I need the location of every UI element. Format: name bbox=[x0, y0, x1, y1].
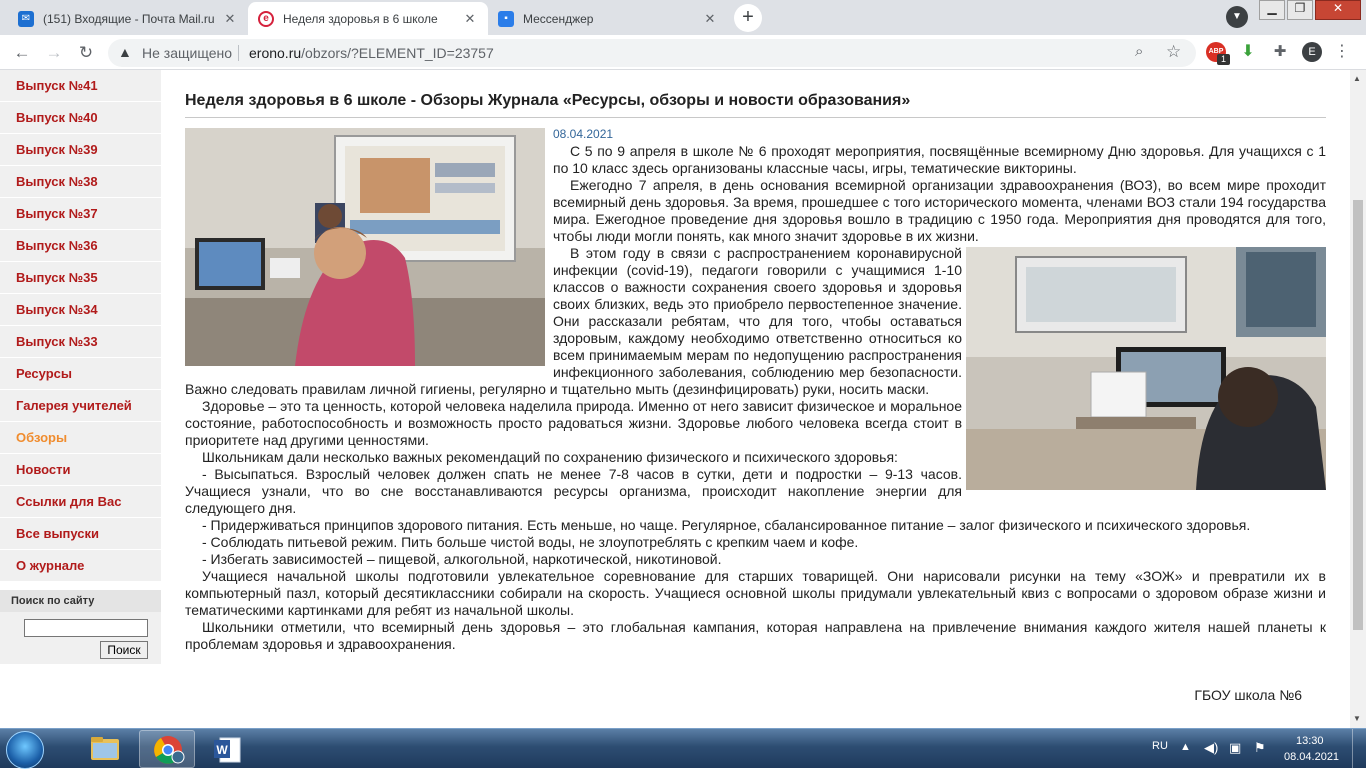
minimize-button[interactable]: ▁ bbox=[1259, 0, 1285, 20]
language-indicator[interactable]: RU bbox=[1152, 740, 1168, 752]
warning-icon[interactable]: ▲ bbox=[118, 44, 132, 60]
scrollbar-thumb[interactable] bbox=[1353, 200, 1363, 630]
folder-icon bbox=[91, 737, 119, 760]
tab-messenger[interactable]: ▪ Мессенджер ✕ bbox=[488, 2, 728, 35]
forward-button[interactable]: → bbox=[42, 41, 66, 65]
tab-title: Неделя здоровья в 6 школе bbox=[283, 11, 438, 26]
zoom-icon[interactable]: ⌕ bbox=[1135, 43, 1143, 60]
sidebar-item-issue-41[interactable]: Выпуск №41 bbox=[0, 70, 161, 102]
search-button[interactable]: Поиск bbox=[100, 641, 148, 659]
sidebar-item-all-issues[interactable]: Все выпуски bbox=[0, 518, 161, 550]
sidebar-item-issue-37[interactable]: Выпуск №37 bbox=[0, 198, 161, 230]
sidebar-menu: Выпуск №41 Выпуск №40 Выпуск №39 Выпуск … bbox=[0, 70, 161, 582]
article-paragraph: Учащиеся начальной школы подготовили увл… bbox=[185, 568, 1326, 618]
network-icon[interactable]: ▣ bbox=[1229, 740, 1241, 756]
article-body: 08.04.2021 С 5 по 9 апреля в школе № 6 п… bbox=[185, 126, 1326, 653]
close-window-button[interactable]: ✕ bbox=[1315, 0, 1361, 20]
article-photo-classroom-computers bbox=[966, 247, 1326, 490]
taskbar-chrome[interactable] bbox=[139, 730, 195, 768]
sidebar-item-issue-38[interactable]: Выпуск №38 bbox=[0, 166, 161, 198]
search-input[interactable] bbox=[24, 619, 148, 637]
close-tab-icon[interactable]: ✕ bbox=[222, 11, 238, 27]
taskbar-explorer[interactable] bbox=[77, 730, 133, 768]
url-path: /obzors/?ELEMENT_ID=23757 bbox=[301, 45, 494, 61]
clock-date[interactable]: 08.04.2021 bbox=[1284, 751, 1339, 763]
windows-taskbar: W RU ▲ ◀) ▣ ⚑ 13:30 08.04.2021 bbox=[0, 728, 1366, 769]
tab-search-icon[interactable]: ▼ bbox=[1226, 6, 1248, 28]
scroll-up-arrow-icon[interactable]: ▲ bbox=[1353, 74, 1361, 83]
scroll-down-arrow-icon[interactable]: ▼ bbox=[1353, 714, 1361, 723]
site-search-box: Поиск по сайту Поиск bbox=[0, 590, 161, 664]
show-desktop-button[interactable] bbox=[1352, 729, 1366, 769]
web-page: Выпуск №41 Выпуск №40 Выпуск №39 Выпуск … bbox=[0, 70, 1350, 728]
start-button[interactable] bbox=[6, 731, 44, 769]
article-list-item: - Придерживаться принципов здорового пит… bbox=[202, 517, 1251, 533]
extensions-puzzle-icon[interactable]: ✚ bbox=[1270, 42, 1290, 62]
messenger-icon: ▪ bbox=[498, 10, 514, 27]
url-host: erono.ru bbox=[249, 45, 302, 61]
chrome-icon bbox=[154, 736, 185, 764]
bookmark-star-icon[interactable]: ☆ bbox=[1166, 42, 1181, 62]
svg-text:W: W bbox=[216, 743, 228, 757]
tab-mail[interactable]: ✉ (151) Входящие - Почта Mail.ru ✕ bbox=[8, 2, 248, 35]
url-text[interactable]: erono.ru/obzors/?ELEMENT_ID=23757 bbox=[249, 45, 494, 61]
adblock-badge: 1 bbox=[1217, 54, 1230, 65]
close-tab-icon[interactable]: ✕ bbox=[462, 11, 478, 27]
article-paragraph: Школьники отметили, что всемирный день з… bbox=[185, 619, 1326, 652]
action-center-icon[interactable]: ⚑ bbox=[1254, 740, 1266, 756]
sidebar-item-issue-40[interactable]: Выпуск №40 bbox=[0, 102, 161, 134]
profile-avatar[interactable]: E bbox=[1302, 42, 1322, 62]
back-button[interactable]: ← bbox=[10, 41, 34, 65]
show-hidden-icons-icon[interactable]: ▲ bbox=[1180, 741, 1191, 753]
tab-article[interactable]: e Неделя здоровья в 6 школе ✕ bbox=[248, 2, 488, 35]
browser-toolbar: ← → ↻ ▲ Не защищено erono.ru/obzors/?ELE… bbox=[0, 35, 1366, 70]
reload-button[interactable]: ↻ bbox=[74, 41, 98, 65]
address-bar[interactable]: ▲ Не защищено erono.ru/obzors/?ELEMENT_I… bbox=[108, 39, 1196, 67]
sidebar-item-issue-34[interactable]: Выпуск №34 bbox=[0, 294, 161, 326]
article-list-item: - Соблюдать питьевой режим. Пить больше … bbox=[202, 534, 859, 550]
mail-icon: ✉ bbox=[18, 10, 34, 27]
sidebar-item-about[interactable]: О журнале bbox=[0, 550, 161, 582]
article-signature: ГБОУ школа №6 bbox=[1194, 687, 1302, 703]
article-list-item: - Избегать зависимостей – пищевой, алког… bbox=[202, 551, 722, 567]
search-box-title: Поиск по сайту bbox=[0, 590, 161, 612]
article-title: Неделя здоровья в 6 школе - Обзоры Журна… bbox=[185, 92, 1326, 118]
sidebar-item-issue-39[interactable]: Выпуск №39 bbox=[0, 134, 161, 166]
clock-time[interactable]: 13:30 bbox=[1296, 735, 1324, 747]
close-tab-icon[interactable]: ✕ bbox=[702, 11, 718, 27]
word-icon: W bbox=[214, 737, 241, 763]
sidebar-item-issue-36[interactable]: Выпуск №36 bbox=[0, 230, 161, 262]
tab-title: Мессенджер bbox=[523, 11, 594, 26]
sidebar-item-issue-35[interactable]: Выпуск №35 bbox=[0, 262, 161, 294]
sidebar-item-reviews[interactable]: Обзоры bbox=[0, 422, 161, 454]
tab-title: (151) Входящие - Почта Mail.ru bbox=[43, 11, 215, 26]
sidebar-item-issue-33[interactable]: Выпуск №33 bbox=[0, 326, 161, 358]
sidebar-item-links[interactable]: Ссылки для Вас bbox=[0, 486, 161, 518]
sidebar-item-resources[interactable]: Ресурсы bbox=[0, 358, 161, 390]
site-favicon-icon: e bbox=[258, 10, 274, 27]
sidebar-item-news[interactable]: Новости bbox=[0, 454, 161, 486]
new-tab-button[interactable]: + bbox=[734, 4, 762, 32]
volume-icon[interactable]: ◀) bbox=[1204, 740, 1218, 756]
menu-kebab-icon[interactable]: ⋮ bbox=[1332, 42, 1352, 62]
page-scrollbar[interactable]: ▲ ▼ bbox=[1350, 70, 1366, 728]
sidebar-item-teachers-gallery[interactable]: Галерея учителей bbox=[0, 390, 161, 422]
maximize-button[interactable]: ❐ bbox=[1287, 0, 1313, 20]
taskbar-word[interactable]: W bbox=[200, 730, 256, 768]
browser-tab-strip: ✉ (151) Входящие - Почта Mail.ru ✕ e Нед… bbox=[0, 0, 1366, 35]
download-extension-icon[interactable]: ⬇ bbox=[1238, 42, 1258, 62]
security-label[interactable]: Не защищено bbox=[142, 45, 232, 61]
address-separator bbox=[238, 45, 239, 61]
article-photo-classroom-screen bbox=[185, 128, 545, 366]
